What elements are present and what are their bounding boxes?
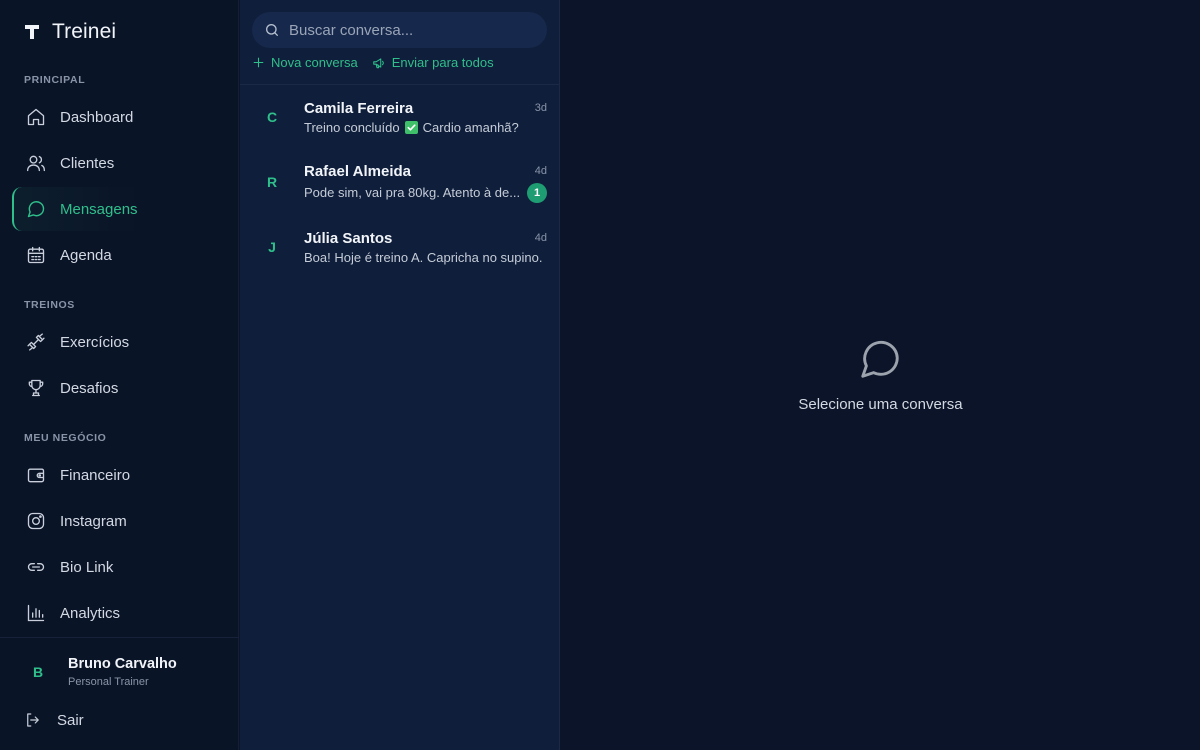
sidebar-item-label: Mensagens bbox=[60, 200, 138, 218]
broadcast-button[interactable]: Enviar para todos bbox=[372, 55, 494, 70]
brand-t-icon bbox=[24, 24, 40, 40]
trophy-icon bbox=[25, 377, 47, 399]
conversation-item[interactable]: J Júlia Santos 4d Boa! Hoje é treino A. … bbox=[240, 222, 559, 284]
sidebar-item-label: Exercícios bbox=[60, 333, 130, 351]
sidebar-item-label: Analytics bbox=[60, 604, 121, 622]
conversation-name: Camila Ferreira bbox=[304, 100, 414, 117]
sidebar-item-financeiro[interactable]: Financeiro bbox=[12, 453, 227, 497]
brand-name: Treinei bbox=[52, 20, 117, 43]
wallet-icon bbox=[25, 464, 47, 486]
users-icon bbox=[25, 152, 47, 174]
message-circle-icon bbox=[857, 336, 903, 382]
sidebar-item-label: Desafios bbox=[60, 379, 119, 397]
megaphone-icon bbox=[372, 56, 386, 70]
search-icon bbox=[264, 22, 280, 38]
sidebar-item-analytics[interactable]: Analytics bbox=[12, 591, 227, 635]
sidebar-item-bio-link[interactable]: Bio Link bbox=[12, 545, 227, 589]
conversation-time: 4d bbox=[534, 232, 547, 244]
new-conversation-button[interactable]: Nova conversa bbox=[252, 55, 358, 70]
conversation-preview: Boa! Hoje é treino A. Capricha no supino… bbox=[304, 250, 543, 265]
sidebar-item-agenda[interactable]: Agenda bbox=[12, 233, 227, 277]
logout-label: Sair bbox=[57, 711, 84, 729]
section-label-meu-negocio: MEU NEGÓCIO bbox=[24, 432, 107, 444]
sidebar-item-label: Agenda bbox=[60, 246, 112, 264]
conversation-list-panel: Nova conversa Enviar para todos C Camila… bbox=[240, 0, 560, 750]
home-icon bbox=[25, 106, 47, 128]
sidebar-item-desafios[interactable]: Desafios bbox=[12, 366, 227, 410]
sidebar-item-label: Financeiro bbox=[60, 466, 131, 484]
broadcast-label: Enviar para todos bbox=[391, 55, 494, 70]
section-label-treinos: TREINOS bbox=[24, 299, 75, 311]
sidebar-item-label: Bio Link bbox=[60, 558, 114, 576]
user-role: Personal Trainer bbox=[68, 676, 149, 688]
check-mark-icon bbox=[404, 121, 418, 134]
conversation-item[interactable]: R Rafael Almeida 4d Pode sim, vai pra 80… bbox=[240, 155, 559, 217]
conversation-preview: Pode sim, vai pra 80kg. Atento à de... bbox=[304, 185, 521, 200]
sidebar-item-clientes[interactable]: Clientes bbox=[12, 141, 227, 185]
brand[interactable]: Treinei bbox=[24, 20, 116, 44]
new-conversation-label: Nova conversa bbox=[271, 55, 358, 70]
sidebar-item-exercicios[interactable]: Exercícios bbox=[12, 320, 227, 364]
preview-text: Treino concluído bbox=[304, 120, 400, 135]
empty-state-text: Selecione uma conversa bbox=[798, 396, 963, 413]
sidebar-divider bbox=[0, 637, 239, 638]
preview-text: Cardio amanhã? bbox=[422, 120, 519, 135]
instagram-icon bbox=[25, 510, 47, 532]
avatar: J bbox=[268, 239, 276, 255]
sidebar-item-mensagens[interactable]: Mensagens bbox=[12, 187, 227, 231]
conversation-name: Rafael Almeida bbox=[304, 163, 411, 180]
list-divider bbox=[240, 84, 559, 85]
search-box[interactable] bbox=[252, 12, 547, 48]
logout-icon bbox=[24, 711, 42, 729]
conversation-item[interactable]: C Camila Ferreira 3d Treino concluído Ca… bbox=[240, 92, 559, 154]
conversation-time: 4d bbox=[534, 165, 547, 177]
conversation-preview: Treino concluído Cardio amanhã? bbox=[304, 120, 519, 135]
plus-icon bbox=[252, 56, 265, 69]
avatar: B bbox=[32, 664, 44, 680]
message-circle-icon bbox=[25, 198, 47, 220]
sidebar-item-label: Dashboard bbox=[60, 108, 134, 126]
unread-badge: 1 bbox=[527, 183, 547, 203]
avatar: C bbox=[266, 109, 278, 125]
link-icon bbox=[25, 556, 47, 578]
user-profile[interactable]: B Bruno Carvalho Personal Trainer bbox=[24, 655, 177, 689]
sidebar: Treinei PRINCIPAL Dashboard Clientes Men… bbox=[0, 0, 239, 750]
conversation-actions: Nova conversa Enviar para todos bbox=[252, 55, 494, 70]
sidebar-item-label: Instagram bbox=[60, 512, 127, 530]
conversation-name: Júlia Santos bbox=[304, 230, 393, 247]
sidebar-item-dashboard[interactable]: Dashboard bbox=[12, 95, 227, 139]
bar-chart-icon bbox=[25, 602, 47, 624]
section-label-principal: PRINCIPAL bbox=[24, 74, 86, 86]
dumbbell-icon bbox=[25, 331, 47, 353]
sidebar-item-label: Clientes bbox=[60, 154, 115, 172]
user-name: Bruno Carvalho bbox=[68, 656, 177, 672]
calendar-icon bbox=[25, 244, 47, 266]
chat-area: Selecione uma conversa bbox=[561, 0, 1200, 750]
sidebar-item-instagram[interactable]: Instagram bbox=[12, 499, 227, 543]
search-input[interactable] bbox=[289, 21, 529, 39]
avatar: R bbox=[266, 174, 278, 190]
conversation-time: 3d bbox=[534, 102, 547, 114]
logout-button[interactable]: Sair bbox=[24, 709, 84, 731]
